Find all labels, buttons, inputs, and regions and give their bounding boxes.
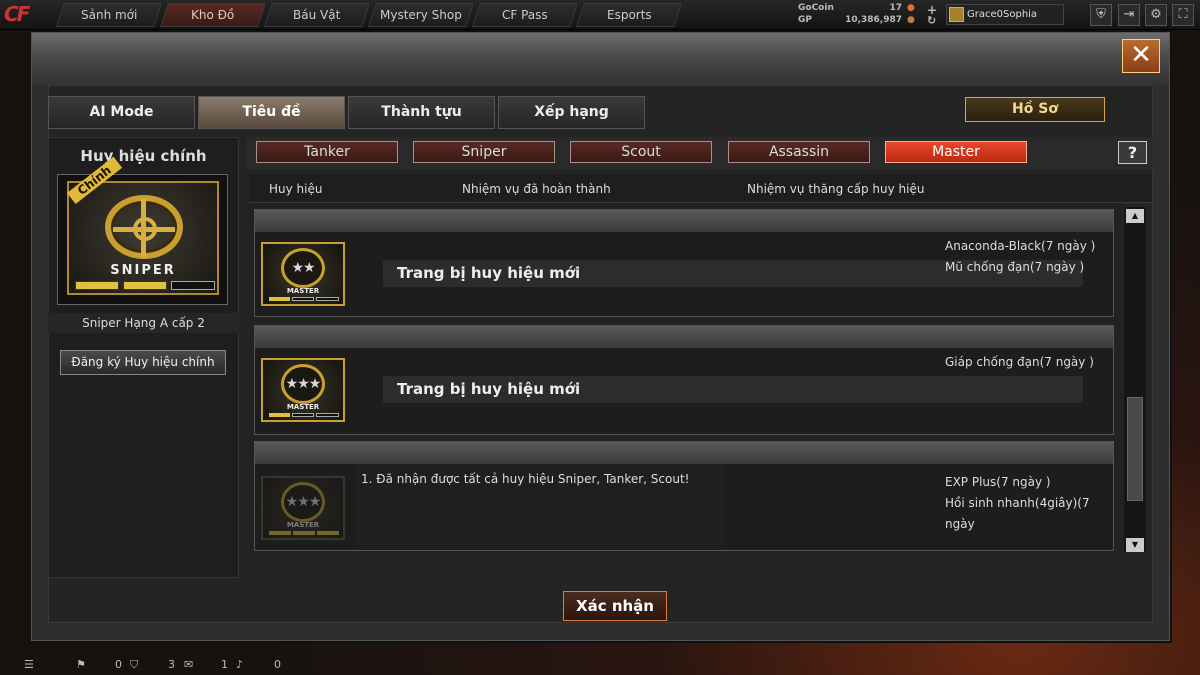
status-count: 3: [168, 658, 175, 671]
avatar: [949, 7, 964, 22]
list-item: ★★★ MASTER 1. Đã nhận được tất cả huy hi…: [254, 441, 1114, 551]
gp-value: 10,386,987: [845, 15, 902, 25]
tab-ai-mode[interactable]: AI Mode: [48, 96, 195, 129]
scroll-thumb[interactable]: [1127, 397, 1143, 501]
status-bar: ☰ ⚑ 0 ⛉ 3 ✉ 1 ♪ 0: [0, 654, 300, 675]
list-item: ★★★ MASTER Trang bị huy hiệu mới Giáp ch…: [254, 325, 1114, 435]
chat-icon: ✉: [184, 658, 194, 671]
scroll-up-icon[interactable]: ▲: [1126, 209, 1144, 223]
shield-icon[interactable]: ⛨: [1090, 4, 1112, 26]
status-count: 0: [274, 658, 281, 671]
register-main-badge-button[interactable]: Đăng ký Huy hiệu chính: [60, 350, 226, 375]
nav-lobby[interactable]: Sảnh mới: [56, 3, 162, 27]
tab-master[interactable]: Master: [885, 141, 1027, 163]
master-badge-icon: ★★★ MASTER: [261, 476, 345, 540]
tab-achievements[interactable]: Thành tựu: [348, 96, 495, 129]
scroll-down-icon[interactable]: ▼: [1126, 538, 1144, 552]
main-badge-title: Huy hiệu chính: [80, 147, 207, 165]
reward-text: EXP Plus(7 ngày ): [945, 475, 1051, 489]
list-icon[interactable]: ☰: [24, 658, 34, 671]
main-badge: Chính SNIPER: [57, 156, 228, 305]
badge-list: ★★ MASTER Trang bị huy hiệu mới Anaconda…: [249, 204, 1123, 554]
completed-task-text: 1. Đã nhận được tất cả huy hiệu Sniper, …: [355, 464, 723, 549]
gocoin-label: GoCoin: [798, 3, 834, 13]
mission-text: Trang bị huy hiệu mới: [383, 376, 1083, 403]
badge-level-bars: [75, 281, 215, 290]
party-icon: ⚑: [76, 658, 86, 671]
column-header: [249, 174, 1152, 203]
nav-treasure[interactable]: Báu Vật: [264, 3, 370, 27]
master-badge-icon: ★★★ MASTER: [261, 358, 345, 422]
gocoin-value: 17: [889, 3, 902, 13]
gocoin-icon: ●: [907, 3, 915, 13]
reward-text: Anaconda-Black(7 ngày ): [945, 239, 1096, 253]
col-badge: Huy hiệu: [269, 182, 323, 196]
nav-inventory[interactable]: Kho Đồ: [160, 3, 266, 27]
tab-tanker[interactable]: Tanker: [256, 141, 398, 163]
nav-esports[interactable]: Esports: [576, 3, 682, 27]
master-badge-icon: ★★ MASTER: [261, 242, 345, 306]
exit-icon[interactable]: ⇥: [1118, 4, 1140, 26]
tab-sniper[interactable]: Sniper: [413, 141, 555, 163]
reward-text: Giáp chống đạn(7 ngày ): [945, 355, 1094, 369]
col-upgrade-mission: Nhiệm vụ thăng cấp huy hiệu: [747, 182, 925, 196]
reward-text: Hồi sinh nhanh(4giây)(7 ngày: [945, 496, 1090, 531]
tab-assassin[interactable]: Assassin: [728, 141, 870, 163]
dialog-header: [32, 33, 1169, 85]
player-box[interactable]: Grace0Sophia: [946, 4, 1064, 25]
tab-ranking[interactable]: Xếp hạng: [498, 96, 645, 129]
help-button[interactable]: ?: [1118, 141, 1147, 164]
scrollbar[interactable]: ▲ ▼: [1124, 207, 1146, 552]
gp-label: GP: [798, 15, 812, 25]
volume-icon: ♪: [236, 658, 244, 671]
badge-name: SNIPER: [110, 263, 176, 278]
rank-text: Sniper Hạng A cấp 2: [48, 313, 239, 333]
player-name: Grace0Sophia: [967, 9, 1038, 20]
reward-text: Mũ chống đạn(7 ngày ): [945, 260, 1085, 274]
fullscreen-icon[interactable]: ⛶: [1172, 4, 1194, 26]
clan-icon: ⛉: [130, 658, 139, 671]
nav-mystery-shop[interactable]: Mystery Shop: [368, 3, 474, 27]
tab-titles[interactable]: Tiêu đề: [198, 96, 345, 129]
gp-icon: ●: [907, 15, 915, 25]
list-item: ★★ MASTER Trang bị huy hiệu mới Anaconda…: [254, 209, 1114, 317]
status-count: 1: [221, 658, 228, 671]
tab-scout[interactable]: Scout: [570, 141, 712, 163]
sniper-badge-image: Chính SNIPER: [67, 156, 219, 295]
col-completed-mission: Nhiệm vụ đã hoàn thành: [462, 182, 611, 196]
refresh-icon[interactable]: ↻: [927, 14, 936, 27]
status-count: 0: [115, 658, 122, 671]
game-logo: CF: [4, 2, 30, 26]
top-bar: CF Sảnh mới Kho Đồ Báu Vật Mystery Shop …: [0, 0, 1200, 30]
gear-icon[interactable]: ⚙: [1145, 4, 1167, 26]
profile-button[interactable]: Hồ Sơ: [965, 97, 1105, 122]
close-button[interactable]: ✕: [1122, 39, 1160, 73]
nav-cf-pass[interactable]: CF Pass: [472, 3, 578, 27]
confirm-button[interactable]: Xác nhận: [563, 591, 667, 621]
